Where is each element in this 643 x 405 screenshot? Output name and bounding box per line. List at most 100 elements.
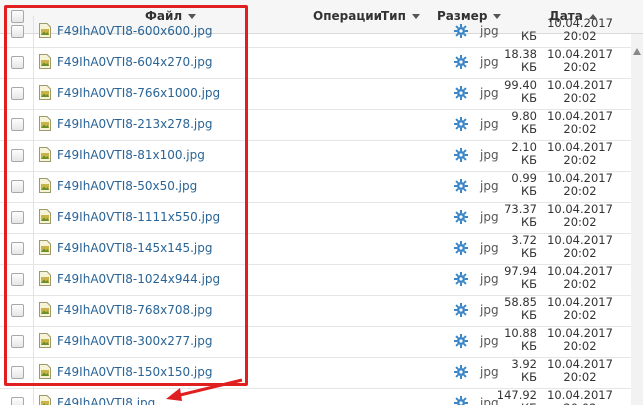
gear-icon[interactable] xyxy=(454,365,468,379)
row-checkbox[interactable] xyxy=(11,56,24,69)
column-divider xyxy=(33,264,34,295)
table-row[interactable]: F49IhA0VTI8-150x150.jpg jpg 3.92 КБ 10.04… xyxy=(0,357,643,389)
file-name-link[interactable]: F49IhA0VTI8-145x145.jpg xyxy=(57,241,213,255)
column-divider xyxy=(33,295,34,326)
file-size: 0.99 КБ xyxy=(511,171,537,198)
column-divider xyxy=(33,326,34,357)
gear-icon[interactable] xyxy=(454,334,468,348)
file-name-link[interactable]: F49IhA0VTI8-213x278.jpg xyxy=(57,117,213,131)
jpg-file-icon xyxy=(39,271,51,286)
file-type: jpg xyxy=(480,24,499,38)
table-row[interactable]: F49IhA0VTI8-50x50.jpg jpg 0.99 КБ 10.04.2… xyxy=(0,171,643,203)
jpg-file-icon xyxy=(39,209,51,224)
file-name-link[interactable]: F49IhA0VTI8-150x150.jpg xyxy=(57,365,213,379)
table-row[interactable]: F49IhA0VTI8-81x100.jpg jpg 2.10 КБ 10.04.… xyxy=(0,140,643,172)
file-type: jpg xyxy=(480,334,499,348)
scrollbar[interactable] xyxy=(631,34,643,405)
file-type: jpg xyxy=(480,210,499,224)
file-name-link[interactable]: F49IhA0VTI8-1024x944.jpg xyxy=(57,272,220,286)
table-row[interactable]: F49IhA0VTI8-1024x944.jpg jpg 97.94 КБ 10.… xyxy=(0,264,643,296)
jpg-file-icon xyxy=(39,85,51,100)
file-name-link[interactable]: F49IhA0VTI8-768x708.jpg xyxy=(57,303,213,317)
file-size: 9.80 КБ xyxy=(511,109,537,136)
row-checkbox[interactable] xyxy=(11,335,24,348)
gear-icon[interactable] xyxy=(454,210,468,224)
row-checkbox[interactable] xyxy=(11,87,24,100)
file-type: jpg xyxy=(480,272,499,286)
file-type: jpg xyxy=(480,179,499,193)
file-date: 10.04.201720:02 xyxy=(547,357,613,384)
file-type: jpg xyxy=(480,55,499,69)
file-size: 3.72 КБ xyxy=(511,233,537,260)
column-divider xyxy=(33,47,34,78)
row-checkbox[interactable] xyxy=(11,242,24,255)
file-date: 10.04.201720:02 xyxy=(547,326,613,353)
table-row[interactable]: F49IhA0VTI8-1111x550.jpg jpg 73.37 КБ 10.… xyxy=(0,202,643,234)
file-name-link[interactable]: F49IhA0VTI8.jpg xyxy=(57,396,155,405)
row-checkbox[interactable] xyxy=(11,211,24,224)
row-checkbox[interactable] xyxy=(11,366,24,379)
file-date: 10.04.201720:02 xyxy=(547,202,613,229)
jpg-file-icon xyxy=(39,395,51,405)
file-size: 58.85 КБ xyxy=(504,295,537,322)
file-name-link[interactable]: F49IhA0VTI8-600x600.jpg xyxy=(57,24,213,38)
gear-icon[interactable] xyxy=(454,272,468,286)
column-divider xyxy=(33,109,34,140)
file-name-link[interactable]: F49IhA0VTI8-1111x550.jpg xyxy=(57,210,220,224)
gear-icon[interactable] xyxy=(454,396,468,405)
column-divider xyxy=(33,78,34,109)
file-size: 18.38 КБ xyxy=(504,47,537,74)
gear-icon[interactable] xyxy=(454,86,468,100)
file-date: 10.04.201720:02 xyxy=(547,109,613,136)
row-checkbox[interactable] xyxy=(11,25,24,38)
row-checkbox[interactable] xyxy=(11,118,24,131)
table-row[interactable]: F49IhA0VTI8-768x708.jpg jpg 58.85 КБ 10.0… xyxy=(0,295,643,327)
file-date: 10.04.201720:02 xyxy=(547,233,613,260)
file-size: КБ xyxy=(520,29,537,43)
gear-icon[interactable] xyxy=(454,55,468,69)
file-date: 10.04.201720:02 xyxy=(547,388,613,405)
row-checkbox[interactable] xyxy=(11,149,24,162)
table-row[interactable]: F49IhA0VTI8-300x277.jpg jpg 10.88 КБ 10.0… xyxy=(0,326,643,358)
jpg-file-icon xyxy=(39,23,51,38)
table-row[interactable]: F49IhA0VTI8-604x270.jpg jpg 18.38 КБ 10.0… xyxy=(0,47,643,79)
column-divider xyxy=(33,16,34,47)
jpg-file-icon xyxy=(39,178,51,193)
row-checkbox[interactable] xyxy=(11,180,24,193)
file-name-link[interactable]: F49IhA0VTI8-300x277.jpg xyxy=(57,334,213,348)
column-divider xyxy=(33,140,34,171)
gear-icon[interactable] xyxy=(454,117,468,131)
table-row[interactable]: F49IhA0VTI8-766x1000.jpg jpg 99.40 КБ 10.… xyxy=(0,78,643,110)
row-checkbox[interactable] xyxy=(11,273,24,286)
jpg-file-icon xyxy=(39,364,51,379)
file-name-link[interactable]: F49IhA0VTI8-50x50.jpg xyxy=(57,179,197,193)
file-name-link[interactable]: F49IhA0VTI8-604x270.jpg xyxy=(57,55,213,69)
file-name-link[interactable]: F49IhA0VTI8-766x1000.jpg xyxy=(57,86,220,100)
gear-icon[interactable] xyxy=(454,303,468,317)
file-date: 10.04.201720:02 xyxy=(547,264,613,291)
gear-icon[interactable] xyxy=(454,148,468,162)
table-row[interactable]: F49IhA0VTI8.jpg jpg 147.92КБ 10.04.20172… xyxy=(0,388,643,405)
scroll-up-arrow-icon[interactable] xyxy=(633,48,641,55)
file-name-link[interactable]: F49IhA0VTI8-81x100.jpg xyxy=(57,148,205,162)
column-divider xyxy=(33,233,34,264)
jpg-file-icon xyxy=(39,333,51,348)
row-checkbox[interactable] xyxy=(11,397,24,405)
file-size: 97.94 КБ xyxy=(504,264,537,291)
column-divider xyxy=(33,171,34,202)
column-divider xyxy=(33,202,34,233)
file-manager: Файл Операции Тип Размер Дата F49IhA0VTI… xyxy=(0,0,643,405)
jpg-file-icon xyxy=(39,240,51,255)
file-size: 10.88 КБ xyxy=(504,326,537,353)
gear-icon[interactable] xyxy=(454,241,468,255)
table-row[interactable]: F49IhA0VTI8-145x145.jpg jpg 3.72 КБ 10.04… xyxy=(0,233,643,265)
row-checkbox[interactable] xyxy=(11,304,24,317)
file-date: 10.04.201720:02 xyxy=(547,171,613,198)
table-row[interactable]: F49IhA0VTI8-600x600.jpg jpg КБ 10.04.201… xyxy=(0,16,643,48)
file-type: jpg xyxy=(480,148,499,162)
gear-icon[interactable] xyxy=(454,24,468,38)
file-type: jpg xyxy=(480,365,499,379)
jpg-file-icon xyxy=(39,54,51,69)
table-row[interactable]: F49IhA0VTI8-213x278.jpg jpg 9.80 КБ 10.04… xyxy=(0,109,643,141)
gear-icon[interactable] xyxy=(454,179,468,193)
